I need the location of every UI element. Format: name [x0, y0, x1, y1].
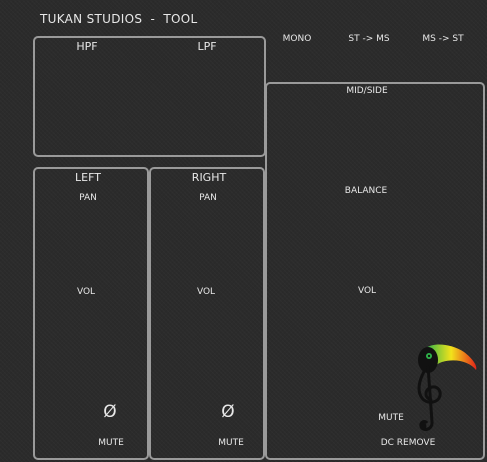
right-mute-button[interactable]: MUTE	[218, 438, 244, 448]
st-to-ms-button[interactable]: ST -> MS	[348, 34, 389, 44]
hpf-label: HPF	[76, 40, 98, 53]
mono-button[interactable]: MONO	[283, 34, 312, 44]
right-pan-knob-label[interactable]: PAN	[199, 193, 217, 203]
mid-side-title: MID/SIDE	[346, 86, 388, 96]
right-vol-fader-label[interactable]: VOL	[197, 287, 215, 297]
left-vol-fader-label[interactable]: VOL	[77, 287, 95, 297]
balance-knob-label[interactable]: BALANCE	[345, 186, 387, 196]
left-title: LEFT	[75, 171, 101, 184]
mid-side-vol-fader-label[interactable]: VOL	[358, 286, 376, 296]
right-phase-invert-icon[interactable]: Ø	[221, 402, 234, 422]
left-pan-knob-label[interactable]: PAN	[79, 193, 97, 203]
left-mute-button[interactable]: MUTE	[98, 438, 124, 448]
mid-side-mute-button[interactable]: MUTE	[378, 413, 404, 423]
ms-to-st-button[interactable]: MS -> ST	[422, 34, 463, 44]
lpf-label: LPF	[197, 40, 217, 53]
app-title: TUKAN STUDIOS - TOOL	[40, 12, 198, 26]
filter-panel	[33, 36, 266, 157]
left-channel-panel	[33, 167, 149, 460]
right-channel-panel	[149, 167, 265, 460]
right-title: RIGHT	[191, 171, 227, 184]
left-phase-invert-icon[interactable]: Ø	[103, 402, 116, 422]
toucan-treble-clef-icon	[417, 344, 477, 431]
